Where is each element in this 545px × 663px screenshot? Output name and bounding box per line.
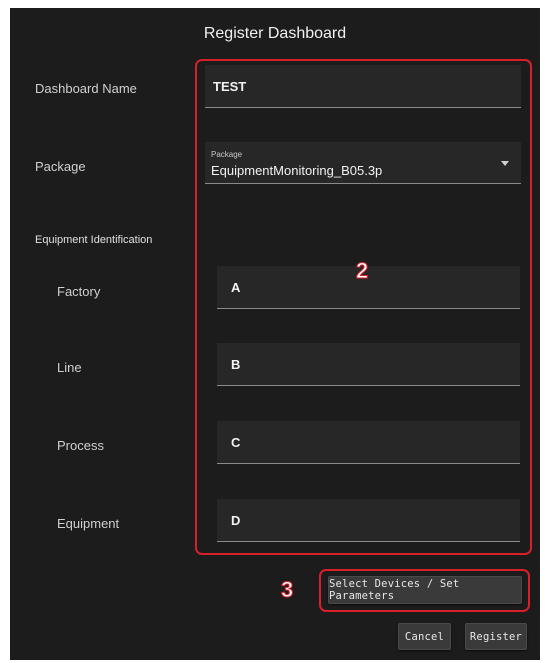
register-dashboard-dialog: Register Dashboard Dashboard Name TEST P… — [10, 8, 540, 660]
select-button-marker: 3 — [280, 577, 294, 603]
factory-label: Factory — [57, 284, 101, 299]
dialog-title: Register Dashboard — [203, 25, 347, 42]
equipment-identification-heading: Equipment Identification — [35, 234, 153, 246]
line-label: Line — [57, 360, 82, 375]
process-label: Process — [57, 438, 104, 453]
select-devices-button[interactable]: Select Devices / Set Parameters — [328, 576, 522, 604]
equipment-label: Equipment — [57, 516, 120, 531]
fields-marker: 2 — [355, 258, 369, 284]
fields-highlight-box — [195, 59, 532, 555]
register-button[interactable]: Register — [465, 623, 527, 650]
cancel-button[interactable]: Cancel — [398, 623, 451, 650]
dashboard-name-label: Dashboard Name — [35, 81, 137, 96]
package-label: Package — [35, 159, 86, 174]
